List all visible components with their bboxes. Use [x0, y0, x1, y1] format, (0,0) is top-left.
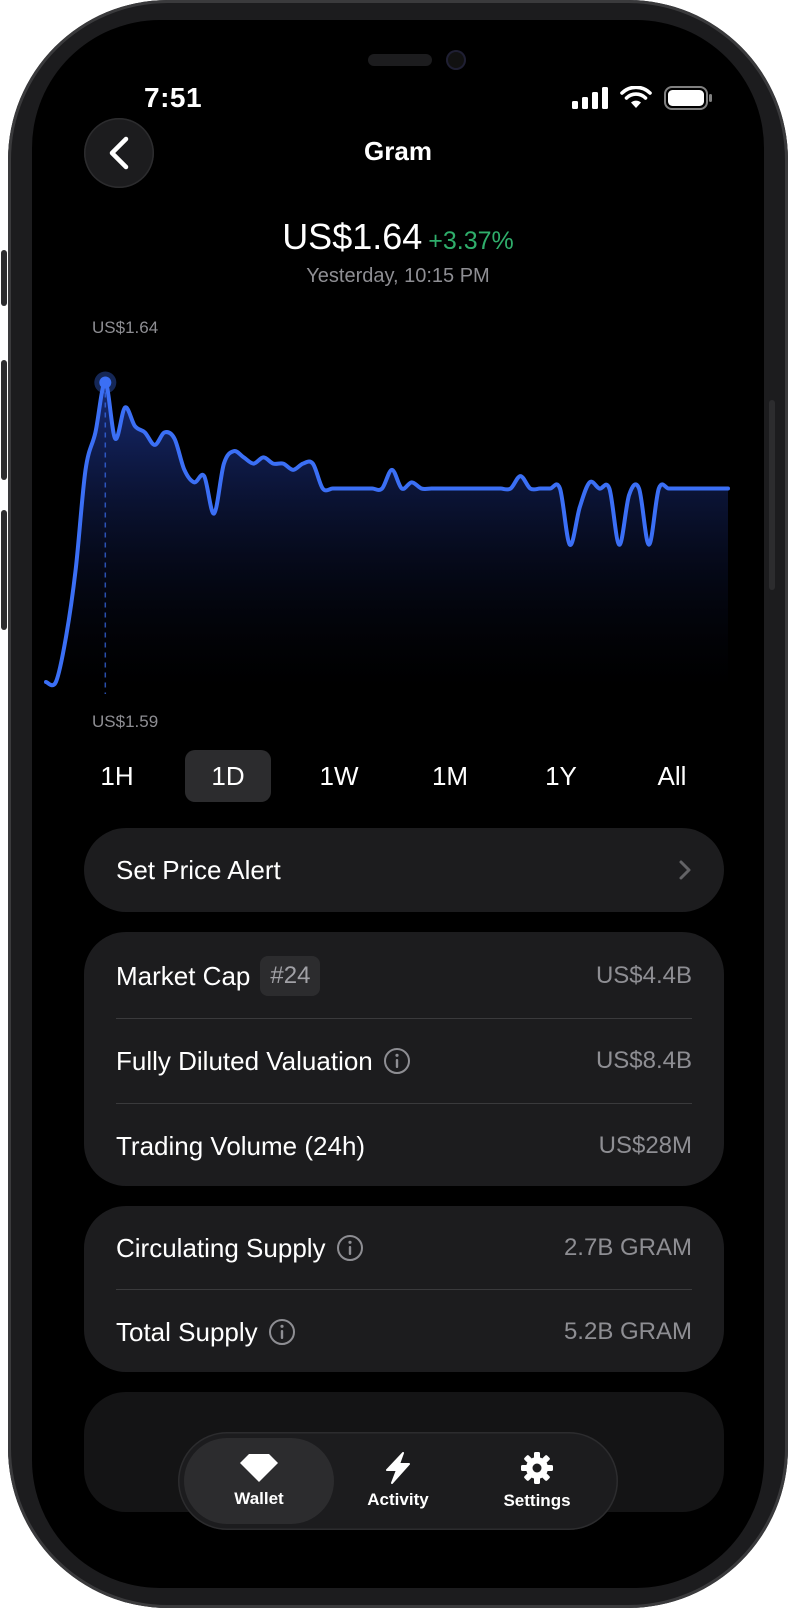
- set-price-alert-label: Set Price Alert: [116, 854, 281, 885]
- period-1h[interactable]: 1H: [74, 750, 160, 802]
- volume-row: Trading Volume (24h) US$28M: [116, 1104, 692, 1188]
- status-icons: [572, 86, 714, 110]
- screen: 7:51 Gram US$1.64 +3.37% Yesterday, 10:1…: [32, 20, 764, 1588]
- chart-highlight-point: [99, 376, 112, 389]
- total-supply-label: Total Supply: [116, 1316, 258, 1347]
- chart-area: [46, 382, 728, 690]
- camera-icon: [446, 50, 466, 70]
- chart-svg: [44, 371, 730, 694]
- device-frame: 7:51 Gram US$1.64 +3.37% Yesterday, 10:1…: [1, 0, 788, 1608]
- action-button: [1, 250, 7, 306]
- battery-icon: [664, 86, 712, 110]
- period-all[interactable]: All: [629, 750, 715, 802]
- price-timestamp: Yesterday, 10:15 PM: [306, 265, 490, 287]
- supply-card: Circulating Supply 2.7B GRAM Total Suppl…: [84, 1206, 724, 1372]
- power-button: [769, 400, 775, 590]
- info-icon[interactable]: [383, 1047, 411, 1075]
- cellular-signal-icon: [572, 87, 608, 109]
- tab-settings-label: Settings: [503, 1491, 571, 1510]
- rank-badge: #24: [260, 956, 321, 996]
- dynamic-island: [368, 50, 466, 70]
- total-supply-value: 5.2B GRAM: [563, 1318, 692, 1345]
- set-price-alert-button[interactable]: Set Price Alert: [84, 828, 724, 912]
- info-icon[interactable]: [336, 1234, 364, 1262]
- volume-down-button: [1, 510, 7, 630]
- diamond-icon: [240, 1454, 278, 1482]
- tab-wallet-label: Wallet: [234, 1489, 284, 1508]
- circulating-supply-row: Circulating Supply 2.7B GRAM: [116, 1206, 692, 1290]
- tab-wallet[interactable]: Wallet: [184, 1438, 334, 1524]
- chevron-right-icon: [679, 860, 691, 880]
- tab-settings[interactable]: Settings: [462, 1438, 612, 1524]
- market-cap-label: Market Cap: [116, 960, 251, 991]
- page-title: Gram: [364, 136, 432, 166]
- total-supply-row: Total Supply 5.2B GRAM: [116, 1290, 692, 1374]
- tab-activity[interactable]: Activity: [323, 1438, 473, 1524]
- period-1y[interactable]: 1Y: [518, 750, 604, 802]
- period-selector: 1H 1D 1W 1M 1Y All: [62, 750, 742, 806]
- current-price: US$1.64: [282, 216, 423, 257]
- lightning-icon: [386, 1452, 410, 1484]
- period-1d[interactable]: 1D: [185, 750, 271, 802]
- info-icon[interactable]: [268, 1318, 296, 1346]
- fdv-label: Fully Diluted Valuation: [116, 1045, 373, 1076]
- volume-value: US$28M: [598, 1132, 692, 1159]
- fdv-row: Fully Diluted Valuation US$8.4B: [116, 1019, 692, 1103]
- volume-up-button: [1, 360, 7, 480]
- chart-high-label: US$1.64: [92, 318, 159, 337]
- circulating-supply-value: 2.7B GRAM: [563, 1234, 692, 1261]
- price-change: +3.37%: [428, 227, 514, 255]
- price-header: US$1.64 +3.37%: [32, 216, 764, 258]
- tab-activity-label: Activity: [367, 1490, 429, 1509]
- circulating-supply-label: Circulating Supply: [116, 1232, 326, 1263]
- period-1w[interactable]: 1W: [296, 750, 382, 802]
- wifi-icon: [620, 86, 652, 108]
- status-time: 7:51: [144, 82, 203, 113]
- market-cap-row: Market Cap #24 US$4.4B: [116, 934, 692, 1018]
- market-stats-card: Market Cap #24 US$4.4B Fully Diluted Val…: [84, 932, 724, 1186]
- tab-bar: Wallet Activity Settings: [178, 1432, 618, 1530]
- volume-label: Trading Volume (24h): [116, 1130, 366, 1161]
- gear-icon: [521, 1452, 553, 1484]
- period-1m[interactable]: 1M: [407, 750, 493, 802]
- fdv-value: US$8.4B: [595, 1047, 692, 1074]
- market-cap-value: US$4.4B: [595, 962, 692, 989]
- price-chart[interactable]: US$1.64 US$1.59: [32, 300, 764, 740]
- chart-low-label: US$1.59: [92, 712, 159, 731]
